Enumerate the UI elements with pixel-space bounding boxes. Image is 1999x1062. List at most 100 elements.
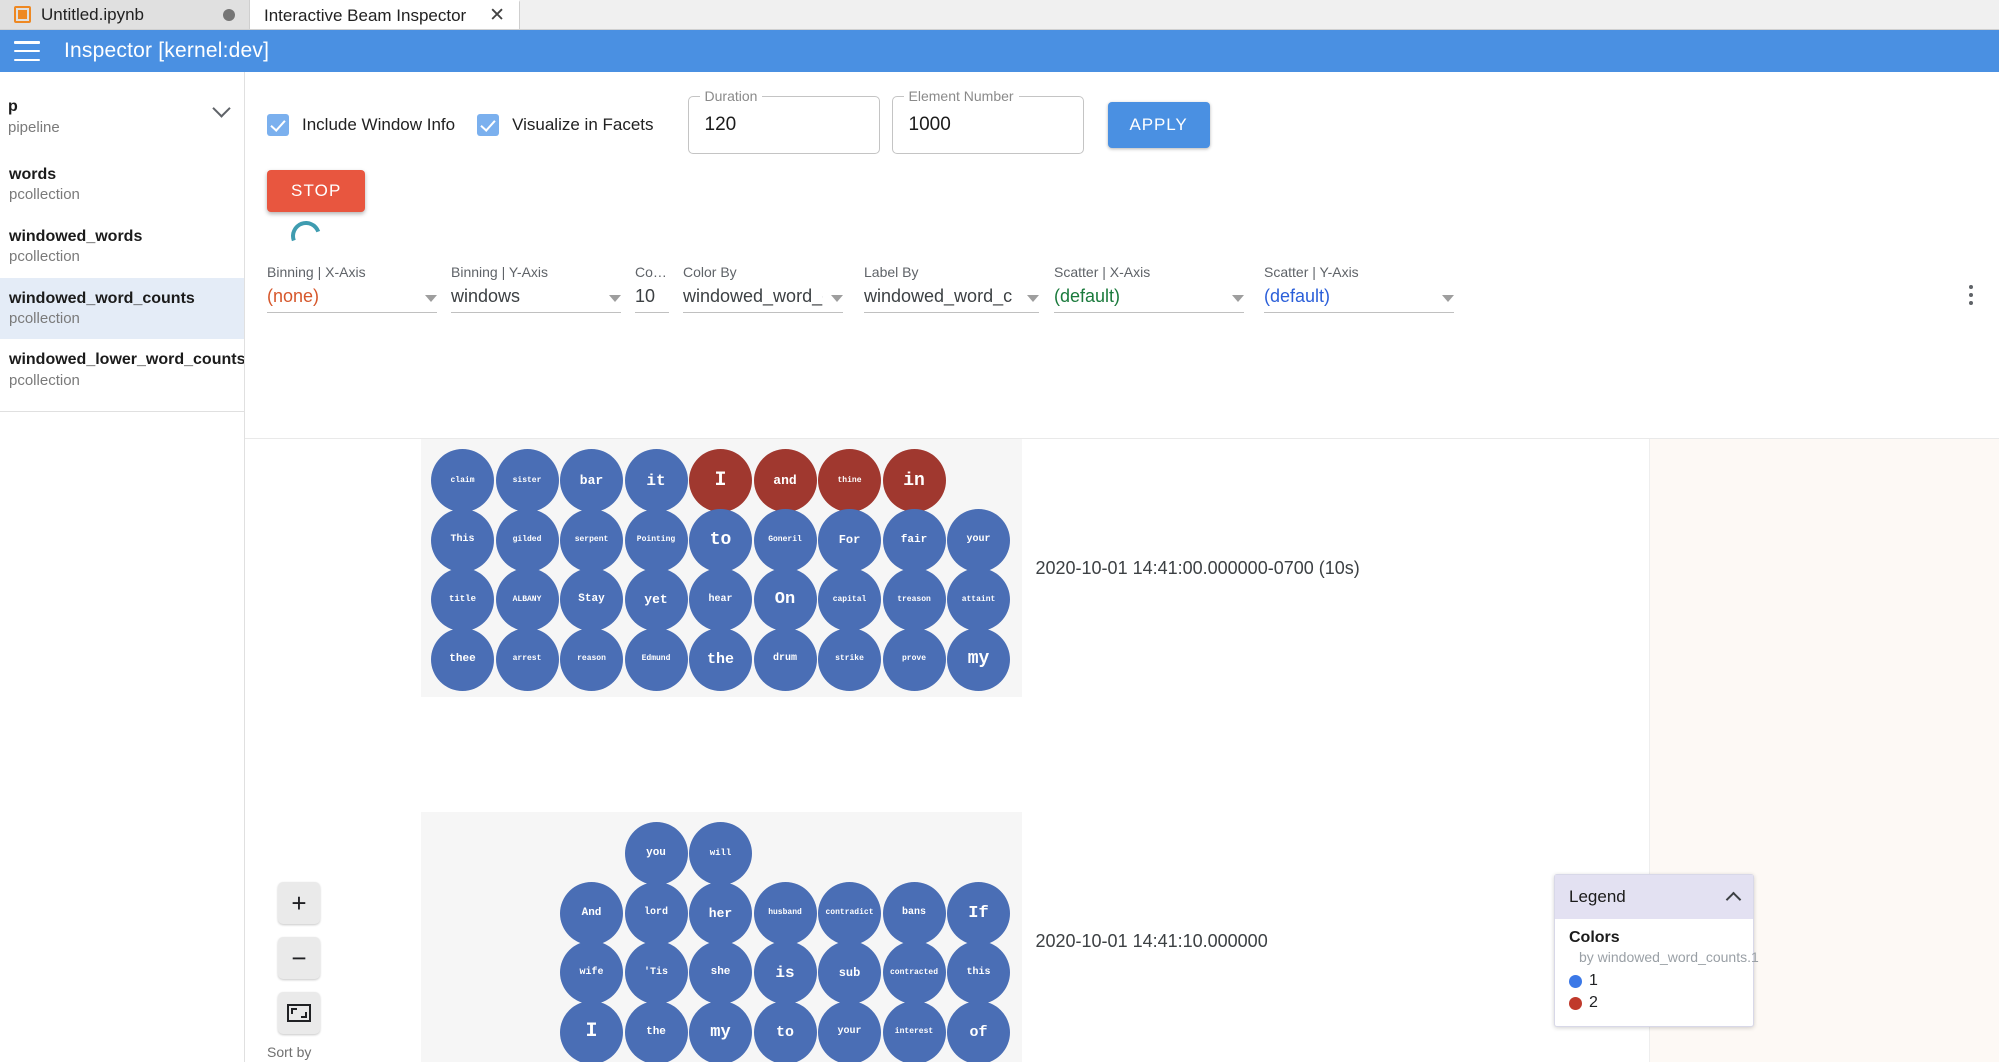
chevron-down-icon[interactable] <box>831 295 843 302</box>
facet-data-point[interactable]: This <box>431 509 494 572</box>
facet-data-point[interactable]: capital <box>818 568 881 631</box>
color-by-control[interactable]: Color By windowed_word_c <box>683 264 843 313</box>
facet-data-point[interactable]: it <box>625 449 688 512</box>
facet-data-point[interactable]: Edmund <box>625 628 688 691</box>
binning-x-axis-control[interactable]: Binning | X-Axis (none) <box>267 264 437 313</box>
facet-data-point[interactable]: to <box>754 1001 817 1062</box>
facet-data-point[interactable]: is <box>754 941 817 1004</box>
facet-data-point[interactable]: contradict <box>818 882 881 945</box>
chevron-up-icon[interactable] <box>1726 891 1742 907</box>
fit-to-screen-button[interactable] <box>278 992 320 1034</box>
duration-field[interactable]: Duration <box>688 96 880 154</box>
facet-data-point[interactable]: to <box>689 509 752 572</box>
facet-data-point[interactable]: Goneril <box>754 509 817 572</box>
apply-button[interactable]: APPLY <box>1108 102 1210 148</box>
facet-data-point[interactable]: serpent <box>560 509 623 572</box>
facet-data-point[interactable]: drum <box>754 628 817 691</box>
facet-data-point[interactable]: title <box>431 568 494 631</box>
facet-data-point[interactable]: Pointing <box>625 509 688 572</box>
facet-data-point[interactable]: ALBANY <box>496 568 559 631</box>
close-icon[interactable]: ✕ <box>489 6 505 25</box>
facet-data-point[interactable]: yet <box>625 568 688 631</box>
element-number-input[interactable] <box>907 113 1083 137</box>
zoom-in-button[interactable]: + <box>278 882 320 924</box>
facet-data-point[interactable]: And <box>560 882 623 945</box>
facet-data-point[interactable]: my <box>689 1001 752 1062</box>
facet-data-point[interactable]: prove <box>883 628 946 691</box>
chevron-down-icon[interactable] <box>1232 295 1244 302</box>
facet-data-point[interactable]: will <box>689 822 752 885</box>
facet-data-point[interactable]: and <box>754 449 817 512</box>
stop-button[interactable]: STOP <box>267 170 365 212</box>
visualize-in-facets-checkbox[interactable]: Visualize in Facets <box>477 114 653 136</box>
chevron-down-icon[interactable] <box>212 99 230 117</box>
facet-data-point[interactable]: bar <box>560 449 623 512</box>
facet-data-point[interactable]: the <box>625 1001 688 1062</box>
facet-data-point[interactable]: you <box>625 822 688 885</box>
scatter-x-axis-control[interactable]: Scatter | X-Axis (default) <box>1054 264 1244 313</box>
chevron-down-icon[interactable] <box>425 295 437 302</box>
chevron-down-icon[interactable] <box>1027 295 1039 302</box>
facet-data-point[interactable]: claim <box>431 449 494 512</box>
facet-data-point[interactable]: treason <box>883 568 946 631</box>
sidebar-item-windowed-lower-word-counts[interactable]: windowed_lower_word_counts pcollection <box>0 339 244 401</box>
facet-data-point[interactable]: the <box>689 628 752 691</box>
legend-item[interactable]: 1 <box>1569 972 1739 990</box>
sidebar-item-windowed-words[interactable]: windowed_words pcollection <box>0 216 244 278</box>
duration-input[interactable] <box>703 113 879 137</box>
facet-data-point[interactable]: your <box>818 1001 881 1062</box>
facet-data-point[interactable]: wife <box>560 941 623 1004</box>
facet-data-point[interactable]: lord <box>625 882 688 945</box>
facet-data-point[interactable]: my <box>947 628 1010 691</box>
label-by-control[interactable]: Label By windowed_word_c <box>864 264 1039 313</box>
tab-interactive-beam-inspector[interactable]: Interactive Beam Inspector ✕ <box>250 0 520 29</box>
facet-data-point[interactable]: of <box>947 1001 1010 1062</box>
facet-data-point[interactable]: strike <box>818 628 881 691</box>
facet-data-point[interactable]: reason <box>560 628 623 691</box>
facet-data-point[interactable]: If <box>947 882 1010 945</box>
more-options-icon[interactable] <box>1969 285 1974 306</box>
facet-data-point[interactable]: this <box>947 941 1010 1004</box>
include-window-info-checkbox[interactable]: Include Window Info <box>267 114 455 136</box>
scatter-y-axis-control[interactable]: Scatter | Y-Axis (default) <box>1264 264 1454 313</box>
hamburger-icon[interactable] <box>14 41 40 61</box>
element-number-field[interactable]: Element Number <box>892 96 1084 154</box>
facet-data-point[interactable]: bans <box>883 882 946 945</box>
facet-data-point[interactable]: arrest <box>496 628 559 691</box>
facet-plot[interactable]: claimsisterbaritIandthinein Thisgildedser… <box>421 439 1022 697</box>
legend-header[interactable]: Legend <box>1555 875 1753 919</box>
binning-y-axis-control[interactable]: Binning | Y-Axis windows <box>451 264 621 313</box>
facet-data-point[interactable]: attaint <box>947 568 1010 631</box>
facet-data-point[interactable]: I <box>560 1001 623 1062</box>
chevron-down-icon[interactable] <box>609 295 621 302</box>
zoom-out-button[interactable]: − <box>278 937 320 979</box>
facet-data-point[interactable]: contracted <box>883 941 946 1004</box>
unsaved-indicator-icon[interactable] <box>223 9 235 21</box>
sidebar-item-words[interactable]: words pcollection <box>0 154 244 216</box>
facet-data-point[interactable]: she <box>689 941 752 1004</box>
facet-data-point[interactable]: in <box>883 449 946 512</box>
facet-data-point[interactable]: sister <box>496 449 559 512</box>
facet-data-point[interactable]: her <box>689 882 752 945</box>
facet-data-point[interactable]: interest <box>883 1001 946 1062</box>
facet-data-point[interactable]: 'Tis <box>625 941 688 1004</box>
sidebar-item-pipeline[interactable]: p pipeline <box>0 90 244 138</box>
facets-canvas[interactable]: claimsisterbaritIandthineinThisgildedser… <box>245 439 1649 1062</box>
facet-data-point[interactable]: thee <box>431 628 494 691</box>
facet-data-point[interactable]: On <box>754 568 817 631</box>
chevron-down-icon[interactable] <box>1442 295 1454 302</box>
facet-data-point[interactable]: Stay <box>560 568 623 631</box>
tab-untitled-notebook[interactable]: Untitled.ipynb <box>0 0 250 29</box>
facet-plot[interactable]: youwill AndlordherhusbandcontradictbansIf… <box>421 812 1022 1062</box>
facet-data-point[interactable]: For <box>818 509 881 572</box>
facet-data-point[interactable]: your <box>947 509 1010 572</box>
facet-data-point[interactable]: hear <box>689 568 752 631</box>
legend-item[interactable]: 2 <box>1569 994 1739 1012</box>
facet-data-point[interactable]: husband <box>754 882 817 945</box>
facet-data-point[interactable]: sub <box>818 941 881 1004</box>
facet-data-point[interactable]: thine <box>818 449 881 512</box>
sidebar-item-windowed-word-counts[interactable]: windowed_word_counts pcollection <box>0 278 244 340</box>
facet-data-point[interactable]: I <box>689 449 752 512</box>
count-control[interactable]: Cou… 10 <box>635 264 669 313</box>
facet-data-point[interactable]: gilded <box>496 509 559 572</box>
